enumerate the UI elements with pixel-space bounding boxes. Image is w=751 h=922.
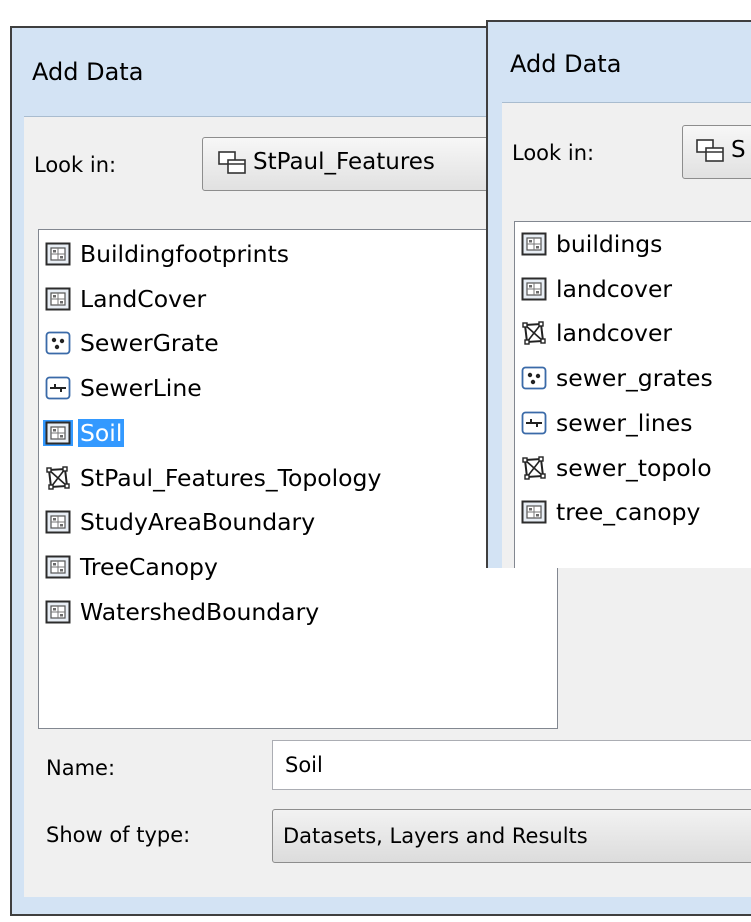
list-item-label: StudyAreaBoundary (80, 508, 316, 537)
list-item-label: sewer_grates (556, 364, 713, 393)
list-item[interactable]: sewer_topolo (519, 452, 714, 484)
list-item-label: LandCover (80, 284, 207, 313)
raster-dataset-icon (43, 286, 73, 312)
list-item-label: landcover (556, 319, 673, 348)
raster-dataset-icon (519, 276, 549, 302)
topology-icon (43, 465, 73, 491)
look-in-combo-secondary[interactable]: S (682, 125, 751, 179)
list-item-label: StPaul_Features_Topology (80, 463, 382, 492)
list-item[interactable]: LandCover (43, 283, 208, 315)
list-item[interactable]: WatershedBoundary (43, 596, 321, 628)
point-feature-class-icon (519, 365, 549, 391)
show-of-type-label: Show of type: (46, 823, 191, 847)
feature-dataset-icon (217, 150, 247, 176)
dataset-list[interactable]: Buildingfootprints LandCover SewerGrate Sew… (38, 229, 558, 729)
list-item-label: landcover (556, 274, 673, 303)
raster-dataset-icon (43, 599, 73, 625)
raster-dataset-icon (43, 509, 73, 535)
name-field-value: Soil (285, 753, 323, 777)
feature-dataset-icon (695, 138, 725, 164)
topology-icon (519, 455, 549, 481)
list-item-label: TreeCanopy (80, 552, 218, 581)
list-item-label: Buildingfootprints (80, 240, 290, 268)
list-item-label: Soil (78, 418, 125, 447)
raster-dataset-icon (43, 554, 73, 580)
look-in-label: Look in: (34, 153, 117, 177)
raster-dataset-icon (519, 499, 549, 525)
list-item-label: SewerLine (80, 374, 202, 403)
topology-icon (519, 320, 549, 346)
list-item[interactable]: Buildingfootprints (43, 238, 291, 270)
look-in-label-secondary: Look in: (512, 141, 595, 165)
name-label: Name: (46, 756, 116, 780)
list-item[interactable]: StudyAreaBoundary (43, 506, 317, 538)
line-feature-class-icon (43, 375, 73, 401)
list-item[interactable]: StPaul_Features_Topology (43, 462, 383, 494)
list-item[interactable]: buildings (519, 228, 664, 260)
dialog-title: Add Data (32, 58, 144, 86)
list-item[interactable]: Soil (43, 417, 125, 449)
add-data-dialog-secondary: Add Data Look in: S buildings landcover la… (486, 20, 751, 568)
list-item-label: sewer_topolo (556, 453, 712, 482)
dialog-client-area-secondary: Look in: S buildings landcover landcover se… (502, 102, 751, 568)
list-item[interactable]: sewer_grates (519, 362, 715, 394)
show-of-type-select[interactable]: Datasets, Layers and Results (272, 809, 751, 863)
list-item[interactable]: landcover (519, 273, 674, 305)
list-item[interactable]: landcover (519, 317, 674, 349)
look-in-combo[interactable]: StPaul_Features (202, 137, 522, 191)
show-of-type-value: Datasets, Layers and Results (283, 824, 588, 848)
line-feature-class-icon (519, 410, 549, 436)
list-item-label: SewerGrate (80, 329, 219, 358)
look-in-value-secondary: S (731, 137, 746, 163)
raster-dataset-icon (43, 241, 73, 267)
raster-dataset-icon (519, 231, 549, 257)
list-item[interactable]: sewer_lines (519, 407, 694, 439)
list-item[interactable]: SewerGrate (43, 327, 221, 359)
raster-dataset-icon (43, 419, 73, 446)
name-field[interactable]: Soil (272, 740, 751, 790)
point-feature-class-icon (43, 330, 73, 356)
list-item-label: buildings (556, 230, 663, 258)
list-item-label: sewer_lines (556, 408, 693, 437)
list-item-label: tree_canopy (556, 498, 701, 527)
list-item-label: WatershedBoundary (80, 597, 320, 626)
look-in-value: StPaul_Features (253, 149, 435, 175)
dialog-title-secondary: Add Data (510, 50, 622, 78)
dataset-list-secondary[interactable]: buildings landcover landcover sewer_gratess… (514, 221, 751, 568)
list-item[interactable]: SewerLine (43, 372, 204, 404)
list-item[interactable]: tree_canopy (519, 496, 702, 528)
list-item[interactable]: TreeCanopy (43, 551, 220, 583)
